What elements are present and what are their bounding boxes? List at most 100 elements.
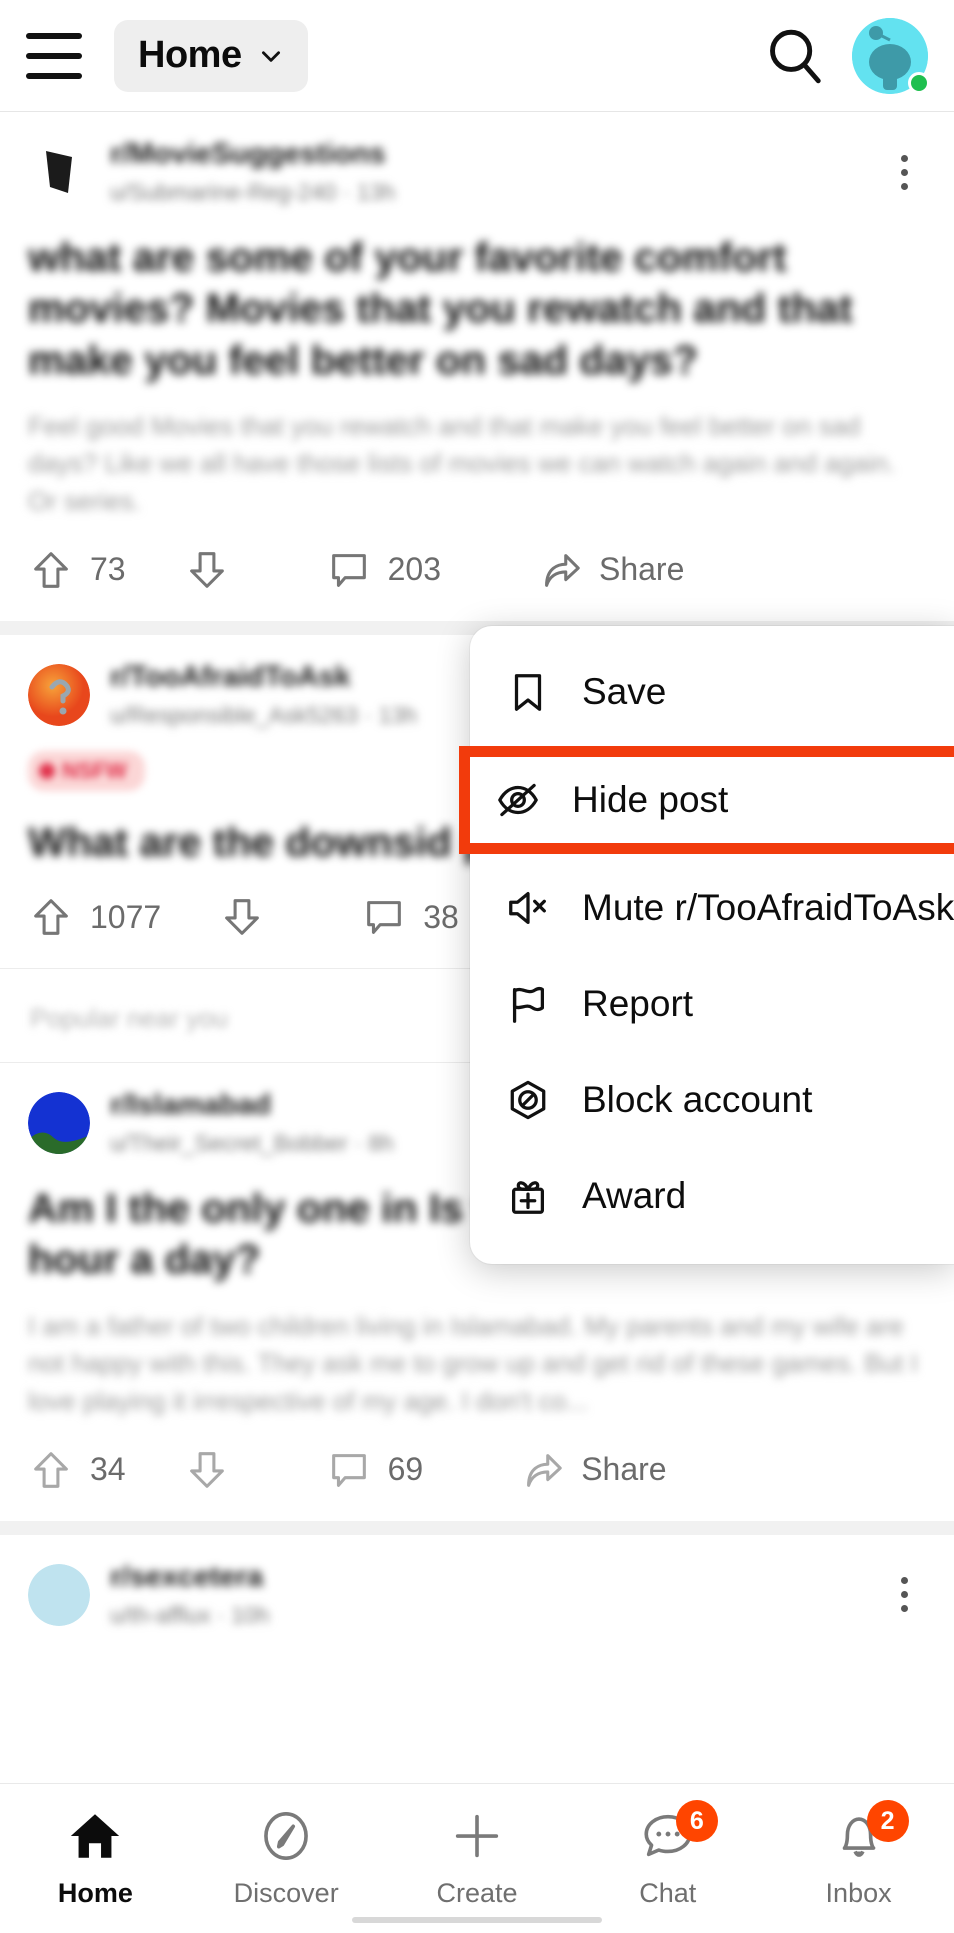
- comment-bubble-icon: [331, 1453, 366, 1487]
- chat-icon: 6: [638, 1800, 718, 1866]
- bell-icon: 2: [829, 1800, 909, 1866]
- nav-label: Inbox: [825, 1878, 892, 1908]
- share-button[interactable]: Share: [519, 1447, 667, 1493]
- context-menu-item-award[interactable]: Award: [470, 1148, 954, 1244]
- subreddit-avatar[interactable]: [28, 1092, 90, 1155]
- comment-count: 69: [387, 1451, 424, 1488]
- post-body: I am a father of two children living in …: [28, 1310, 918, 1416]
- hamburger-menu-icon[interactable]: [26, 32, 82, 79]
- context-menu-item-hide-post[interactable]: Hide post: [459, 746, 954, 854]
- downvote-arrow-icon: [189, 551, 224, 588]
- home-icon: [65, 1806, 125, 1866]
- subreddit-name[interactable]: r/MovieSuggestions: [110, 138, 862, 171]
- page-title: Home: [138, 34, 242, 76]
- context-menu-item-block-account[interactable]: Block account: [470, 1052, 954, 1148]
- post-author-time: u/Submarine-Reg-240 · 13h: [110, 179, 396, 205]
- post-meta: r/sexcetera u/th-afflux · 10h: [110, 1561, 862, 1629]
- bookmark-icon: [504, 668, 552, 716]
- post-body: Feel good Movies that you rewatch and th…: [28, 410, 896, 517]
- upvote-count: 1077: [90, 898, 162, 935]
- nav-item-create[interactable]: Create: [382, 1784, 573, 1909]
- downvote-button[interactable]: [184, 1447, 230, 1493]
- share-arrow-icon: [545, 553, 580, 587]
- comment-bubble-icon: [331, 553, 366, 587]
- subreddit-avatar[interactable]: [28, 1563, 90, 1626]
- context-menu-item-mute-subreddit[interactable]: Mute r/TooAfraidToAsk: [470, 860, 954, 956]
- comment-count: 38: [423, 898, 459, 935]
- share-label: Share: [598, 551, 685, 588]
- compass-icon: [256, 1806, 316, 1866]
- comment-button[interactable]: 69: [326, 1447, 424, 1493]
- nav-item-home[interactable]: Home: [0, 1784, 191, 1909]
- downvote-button[interactable]: [184, 547, 230, 593]
- nsfw-badge: NSFW: [28, 750, 145, 791]
- post-meta: r/MovieSuggestions u/Submarine-Reg-240 ·…: [110, 138, 862, 206]
- context-menu-label: Report: [582, 983, 694, 1024]
- post-header: r/sexcetera u/th-afflux · 10h: [28, 1561, 926, 1629]
- nav-label: Discover: [233, 1878, 339, 1908]
- nav-label: Home: [57, 1878, 133, 1908]
- flag-icon: [504, 980, 552, 1028]
- more-options-icon[interactable]: [882, 146, 926, 198]
- post-card[interactable]: r/MovieSuggestions u/Submarine-Reg-240 ·…: [0, 112, 954, 621]
- context-menu-item-save[interactable]: Save: [470, 644, 954, 740]
- nav-item-discover[interactable]: Discover: [191, 1784, 382, 1909]
- upvote-button[interactable]: 34: [28, 1447, 126, 1493]
- feed-divider: [0, 1520, 954, 1535]
- inbox-badge: 2: [866, 1800, 909, 1842]
- subreddit-name[interactable]: r/sexcetera: [110, 1561, 862, 1594]
- search-icon[interactable]: [764, 25, 826, 87]
- share-label: Share: [581, 1451, 667, 1488]
- bottom-navigation-bar: Home Discover Create 6 Chat 2 Inbox: [0, 1783, 954, 1933]
- nav-label: Chat: [639, 1878, 697, 1908]
- context-menu-label: Block account: [582, 1079, 813, 1120]
- post-title[interactable]: what are some of your favorite comfort m…: [28, 232, 926, 386]
- subreddit-avatar[interactable]: [28, 663, 90, 726]
- downvote-arrow-icon: [225, 899, 260, 935]
- context-menu-label: Save: [582, 671, 667, 712]
- post-header: r/MovieSuggestions u/Submarine-Reg-240 ·…: [28, 138, 926, 206]
- eye-off-icon: [494, 776, 542, 824]
- post-context-menu[interactable]: Save Hide post Mute r/TooAfraidToAsk Rep…: [459, 626, 954, 1264]
- downvote-arrow-icon: [189, 1451, 224, 1488]
- upvote-count: 34: [90, 1451, 126, 1488]
- comment-count: 203: [387, 551, 441, 588]
- online-status-dot: [908, 71, 930, 94]
- nav-item-chat[interactable]: 6 Chat: [572, 1784, 763, 1909]
- context-menu-item-report[interactable]: Report: [470, 956, 954, 1052]
- reddit-app-screen: Home r/MovieSuggestions u/Submarine-Reg-…: [0, 0, 954, 1933]
- block-icon: [504, 1076, 552, 1124]
- share-arrow-icon: [527, 1453, 562, 1487]
- post-actions: 34 69 Share: [28, 1421, 926, 1521]
- comment-button[interactable]: 203: [326, 547, 441, 593]
- chevron-down-icon: [261, 50, 280, 62]
- upvote-arrow-icon: [34, 1451, 68, 1488]
- comment-button[interactable]: 38: [361, 894, 459, 940]
- post-card[interactable]: r/sexcetera u/th-afflux · 10h: [0, 1534, 954, 1629]
- avatar[interactable]: [852, 17, 930, 94]
- comment-bubble-icon: [367, 901, 402, 934]
- upvote-button[interactable]: 73: [28, 547, 126, 593]
- share-button[interactable]: Share: [537, 547, 684, 593]
- subreddit-avatar[interactable]: [28, 141, 90, 203]
- plus-icon: [447, 1806, 507, 1866]
- nav-label: Create: [436, 1878, 518, 1908]
- mute-speaker-icon: [504, 884, 552, 932]
- home-feed-selector[interactable]: Home: [114, 19, 308, 92]
- home-indicator: [352, 1917, 602, 1923]
- app-header: Home: [0, 0, 954, 112]
- context-menu-label: Hide post: [572, 779, 729, 820]
- upvote-count: 73: [90, 551, 126, 588]
- upvote-arrow-icon: [34, 899, 68, 935]
- downvote-button[interactable]: [219, 894, 265, 940]
- post-author-time: u/th-afflux · 10h: [110, 1601, 270, 1628]
- chat-badge: 6: [675, 1800, 718, 1842]
- context-menu-label: Award: [582, 1175, 687, 1216]
- post-actions: 73 203 Share: [28, 521, 926, 621]
- more-options-icon[interactable]: [882, 1569, 926, 1621]
- context-menu-label: Mute r/TooAfraidToAsk: [582, 887, 954, 928]
- gift-award-icon: [504, 1172, 552, 1220]
- nav-item-inbox[interactable]: 2 Inbox: [763, 1784, 954, 1909]
- upvote-button[interactable]: 1077: [28, 894, 161, 940]
- upvote-arrow-icon: [34, 551, 68, 588]
